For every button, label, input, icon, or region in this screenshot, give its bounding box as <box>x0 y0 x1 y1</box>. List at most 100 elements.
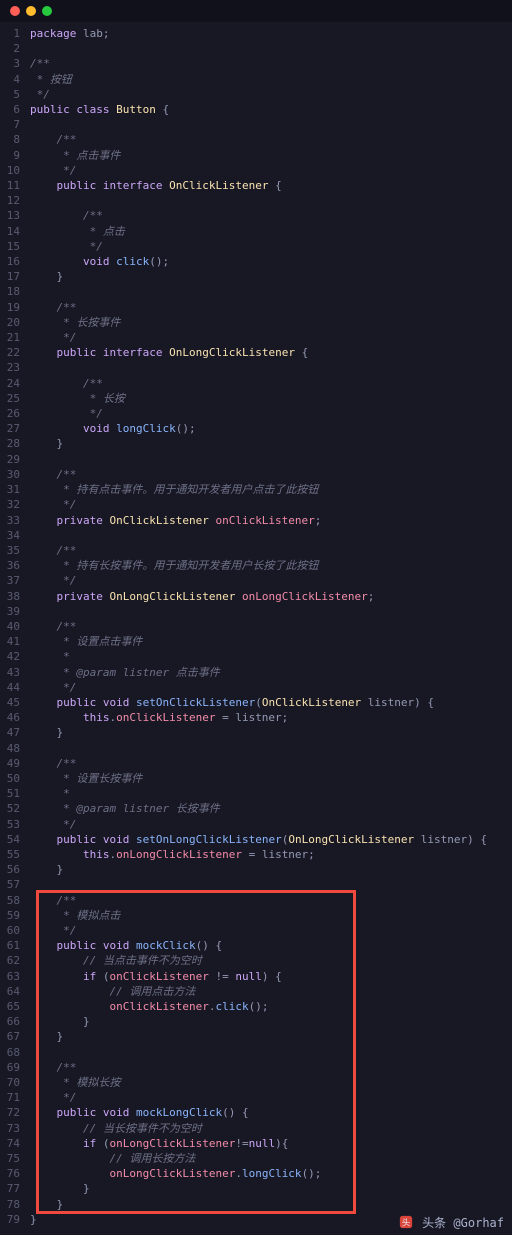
code-line[interactable]: 51 * <box>0 786 512 801</box>
code-content[interactable]: * @param listner 长按事件 <box>30 801 512 816</box>
code-content[interactable]: } <box>30 1197 512 1212</box>
code-content[interactable] <box>30 193 512 208</box>
code-content[interactable]: * 模拟长按 <box>30 1075 512 1090</box>
code-content[interactable]: */ <box>30 680 512 695</box>
code-line[interactable]: 41 * 设置点击事件 <box>0 634 512 649</box>
code-line[interactable]: 20 * 长按事件 <box>0 315 512 330</box>
code-line[interactable]: 65 onClickListener.click(); <box>0 999 512 1014</box>
code-content[interactable] <box>30 41 512 56</box>
code-content[interactable]: /** <box>30 543 512 558</box>
code-content[interactable]: public class Button { <box>30 102 512 117</box>
code-content[interactable]: } <box>30 862 512 877</box>
code-content[interactable]: public void mockLongClick() { <box>30 1105 512 1120</box>
code-content[interactable]: */ <box>30 817 512 832</box>
code-line[interactable]: 8 /** <box>0 132 512 147</box>
code-line[interactable]: 29 <box>0 452 512 467</box>
code-content[interactable]: private OnClickListener onClickListener; <box>30 513 512 528</box>
code-line[interactable]: 57 <box>0 877 512 892</box>
code-line[interactable]: 63 if (onClickListener != null) { <box>0 969 512 984</box>
code-content[interactable]: * <box>30 649 512 664</box>
code-line[interactable]: 43 * @param listner 点击事件 <box>0 665 512 680</box>
code-line[interactable]: 13 /** <box>0 208 512 223</box>
code-line[interactable]: 32 */ <box>0 497 512 512</box>
code-content[interactable]: * 模拟点击 <box>30 908 512 923</box>
code-content[interactable]: /** <box>30 208 512 223</box>
code-content[interactable]: /** <box>30 56 512 71</box>
code-content[interactable]: } <box>30 725 512 740</box>
code-content[interactable]: /** <box>30 1060 512 1075</box>
code-line[interactable]: 33 private OnClickListener onClickListen… <box>0 513 512 528</box>
code-content[interactable]: */ <box>30 239 512 254</box>
code-line[interactable]: 7 <box>0 117 512 132</box>
code-content[interactable]: */ <box>30 497 512 512</box>
code-line[interactable]: 16 void click(); <box>0 254 512 269</box>
code-content[interactable]: this.onClickListener = listner; <box>30 710 512 725</box>
code-line[interactable]: 47 } <box>0 725 512 740</box>
code-content[interactable]: if (onLongClickListener!=null){ <box>30 1136 512 1151</box>
code-line[interactable]: 28 } <box>0 436 512 451</box>
code-content[interactable] <box>30 604 512 619</box>
code-line[interactable]: 35 /** <box>0 543 512 558</box>
code-line[interactable]: 71 */ <box>0 1090 512 1105</box>
code-content[interactable]: /** <box>30 300 512 315</box>
code-line[interactable]: 21 */ <box>0 330 512 345</box>
code-line[interactable]: 12 <box>0 193 512 208</box>
code-content[interactable] <box>30 360 512 375</box>
code-line[interactable]: 55 this.onLongClickListener = listner; <box>0 847 512 862</box>
code-line[interactable]: 15 */ <box>0 239 512 254</box>
code-content[interactable]: void click(); <box>30 254 512 269</box>
code-line[interactable]: 14 * 点击 <box>0 224 512 239</box>
code-content[interactable]: */ <box>30 406 512 421</box>
code-line[interactable]: 64 // 调用点击方法 <box>0 984 512 999</box>
code-content[interactable]: public interface OnLongClickListener { <box>30 345 512 360</box>
code-line[interactable]: 23 <box>0 360 512 375</box>
code-content[interactable]: */ <box>30 573 512 588</box>
code-line[interactable]: 61 public void mockClick() { <box>0 938 512 953</box>
code-line[interactable]: 1package lab; <box>0 26 512 41</box>
code-content[interactable]: public void setOnClickListener(OnClickLi… <box>30 695 512 710</box>
code-content[interactable]: * 按钮 <box>30 72 512 87</box>
code-content[interactable] <box>30 452 512 467</box>
code-content[interactable] <box>30 117 512 132</box>
code-content[interactable]: public void mockClick() { <box>30 938 512 953</box>
code-line[interactable]: 25 * 长按 <box>0 391 512 406</box>
code-line[interactable]: 34 <box>0 528 512 543</box>
code-line[interactable]: 66 } <box>0 1014 512 1029</box>
code-content[interactable]: */ <box>30 923 512 938</box>
code-content[interactable]: */ <box>30 1090 512 1105</box>
code-line[interactable]: 54 public void setOnLongClickListener(On… <box>0 832 512 847</box>
code-content[interactable]: } <box>30 1014 512 1029</box>
code-content[interactable]: * 长按事件 <box>30 315 512 330</box>
code-line[interactable]: 31 * 持有点击事件。用于通知开发者用户点击了此按钮 <box>0 482 512 497</box>
code-line[interactable]: 56 } <box>0 862 512 877</box>
code-content[interactable]: } <box>30 1029 512 1044</box>
code-line[interactable]: 59 * 模拟点击 <box>0 908 512 923</box>
close-dot-icon[interactable] <box>10 6 20 16</box>
code-line[interactable]: 44 */ <box>0 680 512 695</box>
code-content[interactable]: /** <box>30 132 512 147</box>
code-content[interactable] <box>30 877 512 892</box>
code-content[interactable]: * 点击事件 <box>30 148 512 163</box>
code-content[interactable]: * 长按 <box>30 391 512 406</box>
code-line[interactable]: 74 if (onLongClickListener!=null){ <box>0 1136 512 1151</box>
code-line[interactable]: 77 } <box>0 1181 512 1196</box>
code-content[interactable] <box>30 741 512 756</box>
code-content[interactable] <box>30 1045 512 1060</box>
code-editor[interactable]: 1package lab;2 3/**4 * 按钮5 */6public cla… <box>0 22 512 1235</box>
code-line[interactable]: 26 */ <box>0 406 512 421</box>
code-line[interactable]: 76 onLongClickListener.longClick(); <box>0 1166 512 1181</box>
code-line[interactable]: 27 void longClick(); <box>0 421 512 436</box>
code-content[interactable]: * 持有长按事件。用于通知开发者用户长按了此按钮 <box>30 558 512 573</box>
code-line[interactable]: 60 */ <box>0 923 512 938</box>
code-content[interactable]: */ <box>30 330 512 345</box>
code-line[interactable]: 30 /** <box>0 467 512 482</box>
code-line[interactable]: 62 // 当点击事件不为空时 <box>0 953 512 968</box>
code-line[interactable]: 73 // 当长按事件不为空时 <box>0 1121 512 1136</box>
code-content[interactable]: public void setOnLongClickListener(OnLon… <box>30 832 512 847</box>
code-line[interactable]: 48 <box>0 741 512 756</box>
code-content[interactable]: * 设置长按事件 <box>30 771 512 786</box>
code-line[interactable]: 78 } <box>0 1197 512 1212</box>
code-line[interactable]: 10 */ <box>0 163 512 178</box>
code-line[interactable]: 39 <box>0 604 512 619</box>
code-line[interactable]: 46 this.onClickListener = listner; <box>0 710 512 725</box>
